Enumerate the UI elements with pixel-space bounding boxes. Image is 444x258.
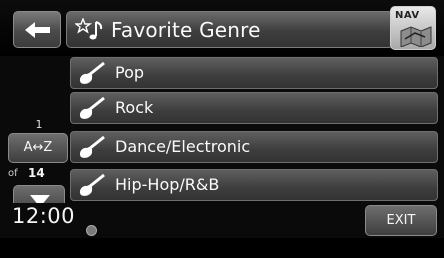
guitar-icon [79, 61, 105, 84]
clock: 12:00 [12, 204, 76, 228]
page-title: Favorite Genre [111, 18, 261, 42]
genre-label: Hip-Hop/R&B [115, 175, 220, 194]
guitar-icon [79, 135, 105, 158]
genre-item-rock[interactable]: Rock [70, 92, 438, 124]
guitar-icon [79, 173, 105, 196]
exit-button[interactable]: EXIT [365, 205, 437, 236]
left-arrow-icon [25, 22, 50, 38]
nav-button[interactable]: NAV [390, 6, 436, 50]
list-position: 1 [35, 118, 43, 131]
sort-az-button[interactable]: A↔Z [8, 133, 68, 163]
radio-screen: Favorite Genre NAV 1 A↔Z of 14 Pop Rock … [0, 0, 444, 258]
genre-item-dance-electronic[interactable]: Dance/Electronic [70, 131, 438, 163]
genre-label: Dance/Electronic [115, 137, 251, 156]
back-button[interactable] [13, 11, 61, 48]
header-bar: Favorite Genre NAV [0, 0, 444, 56]
bottom-bezel [0, 238, 444, 258]
genre-item-hip-hop-rb[interactable]: Hip-Hop/R&B [70, 169, 438, 201]
title-bar: Favorite Genre [66, 11, 394, 48]
music-note-star-icon [75, 18, 103, 40]
guitar-icon [79, 96, 105, 119]
map-icon [400, 26, 432, 47]
of-label: of [8, 168, 18, 179]
genre-label: Pop [115, 63, 145, 82]
genre-label: Rock [115, 98, 154, 117]
status-indicator-icon [86, 225, 97, 236]
genre-item-pop[interactable]: Pop [70, 57, 438, 89]
nav-label: NAV [395, 10, 420, 21]
total-count: 14 [28, 166, 45, 180]
